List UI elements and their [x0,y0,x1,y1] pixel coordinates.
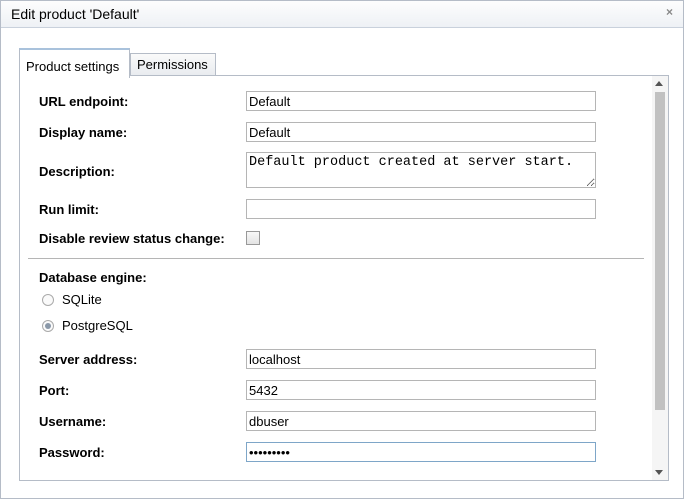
sqlite-radio[interactable] [42,294,54,306]
panel-scrollbar[interactable] [652,76,668,480]
disable-review-label: Disable review status change: [39,231,225,246]
server-address-input[interactable] [246,349,596,369]
server-address-label: Server address: [39,352,138,367]
scroll-thumb[interactable] [655,92,665,410]
description-label: Description: [39,164,115,179]
description-textarea[interactable]: Default product created at server start. [246,152,596,188]
close-icon[interactable]: × [666,5,673,19]
display-name-label: Display name: [39,125,128,140]
username-label: Username: [39,414,107,429]
run-limit-label: Run limit: [39,202,99,217]
form-content: URL endpoint: Display name: Description:… [20,76,652,480]
tab-permissions[interactable]: Permissions [130,53,216,76]
disable-review-checkbox[interactable] [246,231,260,245]
scroll-down-arrow-icon[interactable] [655,470,663,475]
url-endpoint-input[interactable] [246,91,596,111]
username-input[interactable] [246,411,596,431]
tab-product-settings[interactable]: Product settings [19,48,130,78]
sqlite-radio-label: SQLite [62,292,102,307]
password-input[interactable] [246,442,596,462]
url-endpoint-label: URL endpoint: [39,94,129,109]
password-label: Password: [39,445,105,460]
run-limit-input[interactable] [246,199,596,219]
scroll-up-arrow-icon[interactable] [655,81,663,86]
product-settings-panel: URL endpoint: Display name: Description:… [19,75,669,481]
dialog-titlebar: Edit product 'Default' × [1,1,683,28]
database-engine-label: Database engine: [39,270,147,285]
tab-bar: Product settings Permissions [19,45,679,78]
port-label: Port: [39,383,70,398]
postgresql-radio-label: PostgreSQL [62,318,133,333]
dialog-title: Edit product 'Default' [11,6,140,22]
postgresql-radio[interactable] [42,320,54,332]
section-divider [28,258,644,259]
port-input[interactable] [246,380,596,400]
edit-product-dialog: Edit product 'Default' × Product setting… [0,0,684,499]
display-name-input[interactable] [246,122,596,142]
